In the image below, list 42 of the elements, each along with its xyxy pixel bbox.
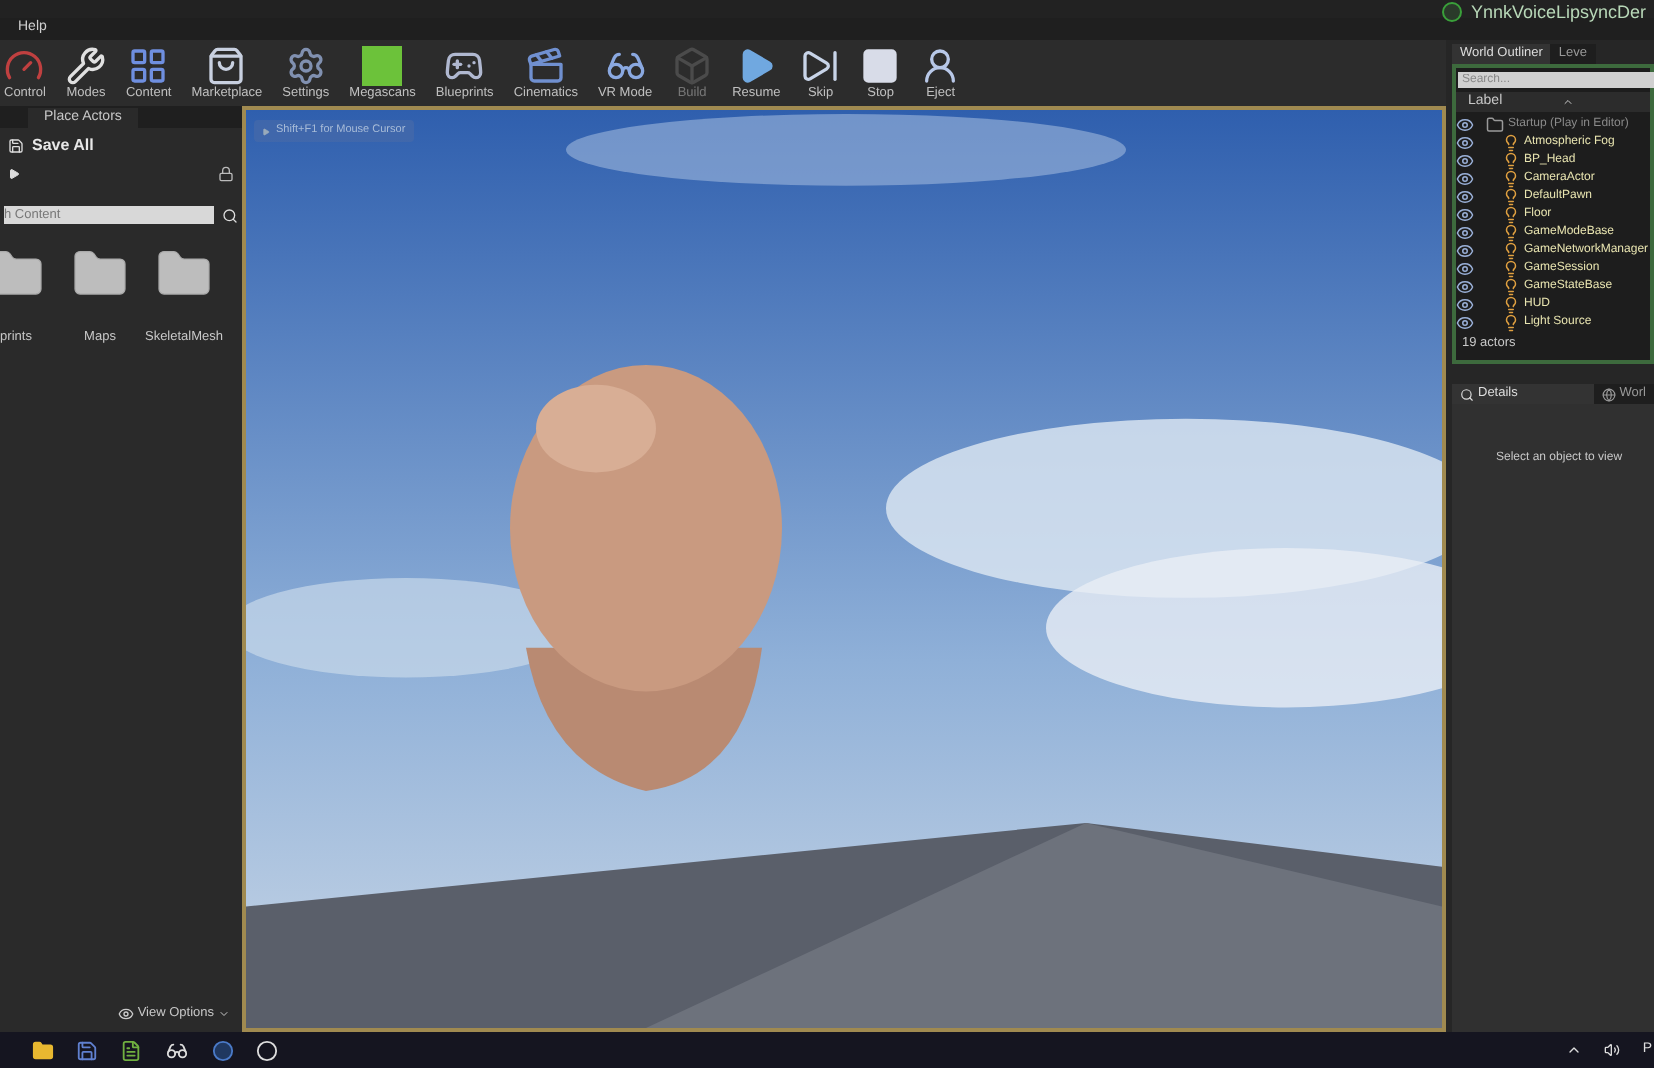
visibility-icon[interactable]: [1456, 296, 1474, 314]
sort-icon: [1562, 96, 1575, 108]
visibility-icon[interactable]: [1456, 206, 1474, 224]
skip-icon: [800, 46, 841, 86]
cube-icon: [672, 46, 713, 86]
glasses-icon[interactable]: [164, 1039, 190, 1061]
window-title: YnnkVoiceLipsyncDer: [1470, 2, 1646, 22]
app-icon: [1442, 2, 1463, 22]
person-icon: [920, 46, 961, 86]
eye-icon: [117, 1006, 134, 1023]
visibility-icon[interactable]: [1456, 278, 1474, 296]
circle-icon[interactable]: [212, 1039, 234, 1061]
globe-icon: [1601, 387, 1616, 401]
stop-icon: [860, 46, 901, 86]
visibility-icon[interactable]: [1456, 152, 1474, 170]
visibility-icon[interactable]: [1456, 134, 1474, 152]
play-icon: [262, 127, 270, 135]
chevron-icon[interactable]: [1566, 1042, 1583, 1058]
save-all-button[interactable]: Save All: [32, 134, 94, 158]
speaker-icon[interactable]: [1604, 1042, 1621, 1058]
visibility-icon[interactable]: [1456, 260, 1474, 278]
bag-icon: [206, 46, 247, 86]
wrench-icon: [65, 46, 106, 86]
clapperboard-icon: [525, 46, 566, 86]
save-icon: [8, 138, 24, 154]
visibility-icon[interactable]: [1456, 242, 1474, 260]
search-icon: [222, 207, 238, 223]
visibility-icon[interactable]: [1456, 116, 1474, 134]
forward-icon[interactable]: [8, 168, 20, 180]
settings-icon: [285, 46, 326, 86]
caret-icon: [218, 1008, 230, 1021]
visibility-icon[interactable]: [1456, 170, 1474, 188]
grid-icon: [128, 46, 169, 86]
visibility-icon[interactable]: [1456, 224, 1474, 242]
folder-icon: [1486, 116, 1504, 134]
visibility-icon[interactable]: [1456, 188, 1474, 206]
folder-icon[interactable]: [32, 1039, 54, 1061]
visibility-icon[interactable]: [1456, 314, 1474, 332]
search-icon: [1460, 387, 1474, 401]
floppy-icon[interactable]: [76, 1039, 98, 1061]
lock-icon[interactable]: [218, 166, 234, 182]
document-icon[interactable]: [120, 1039, 142, 1061]
